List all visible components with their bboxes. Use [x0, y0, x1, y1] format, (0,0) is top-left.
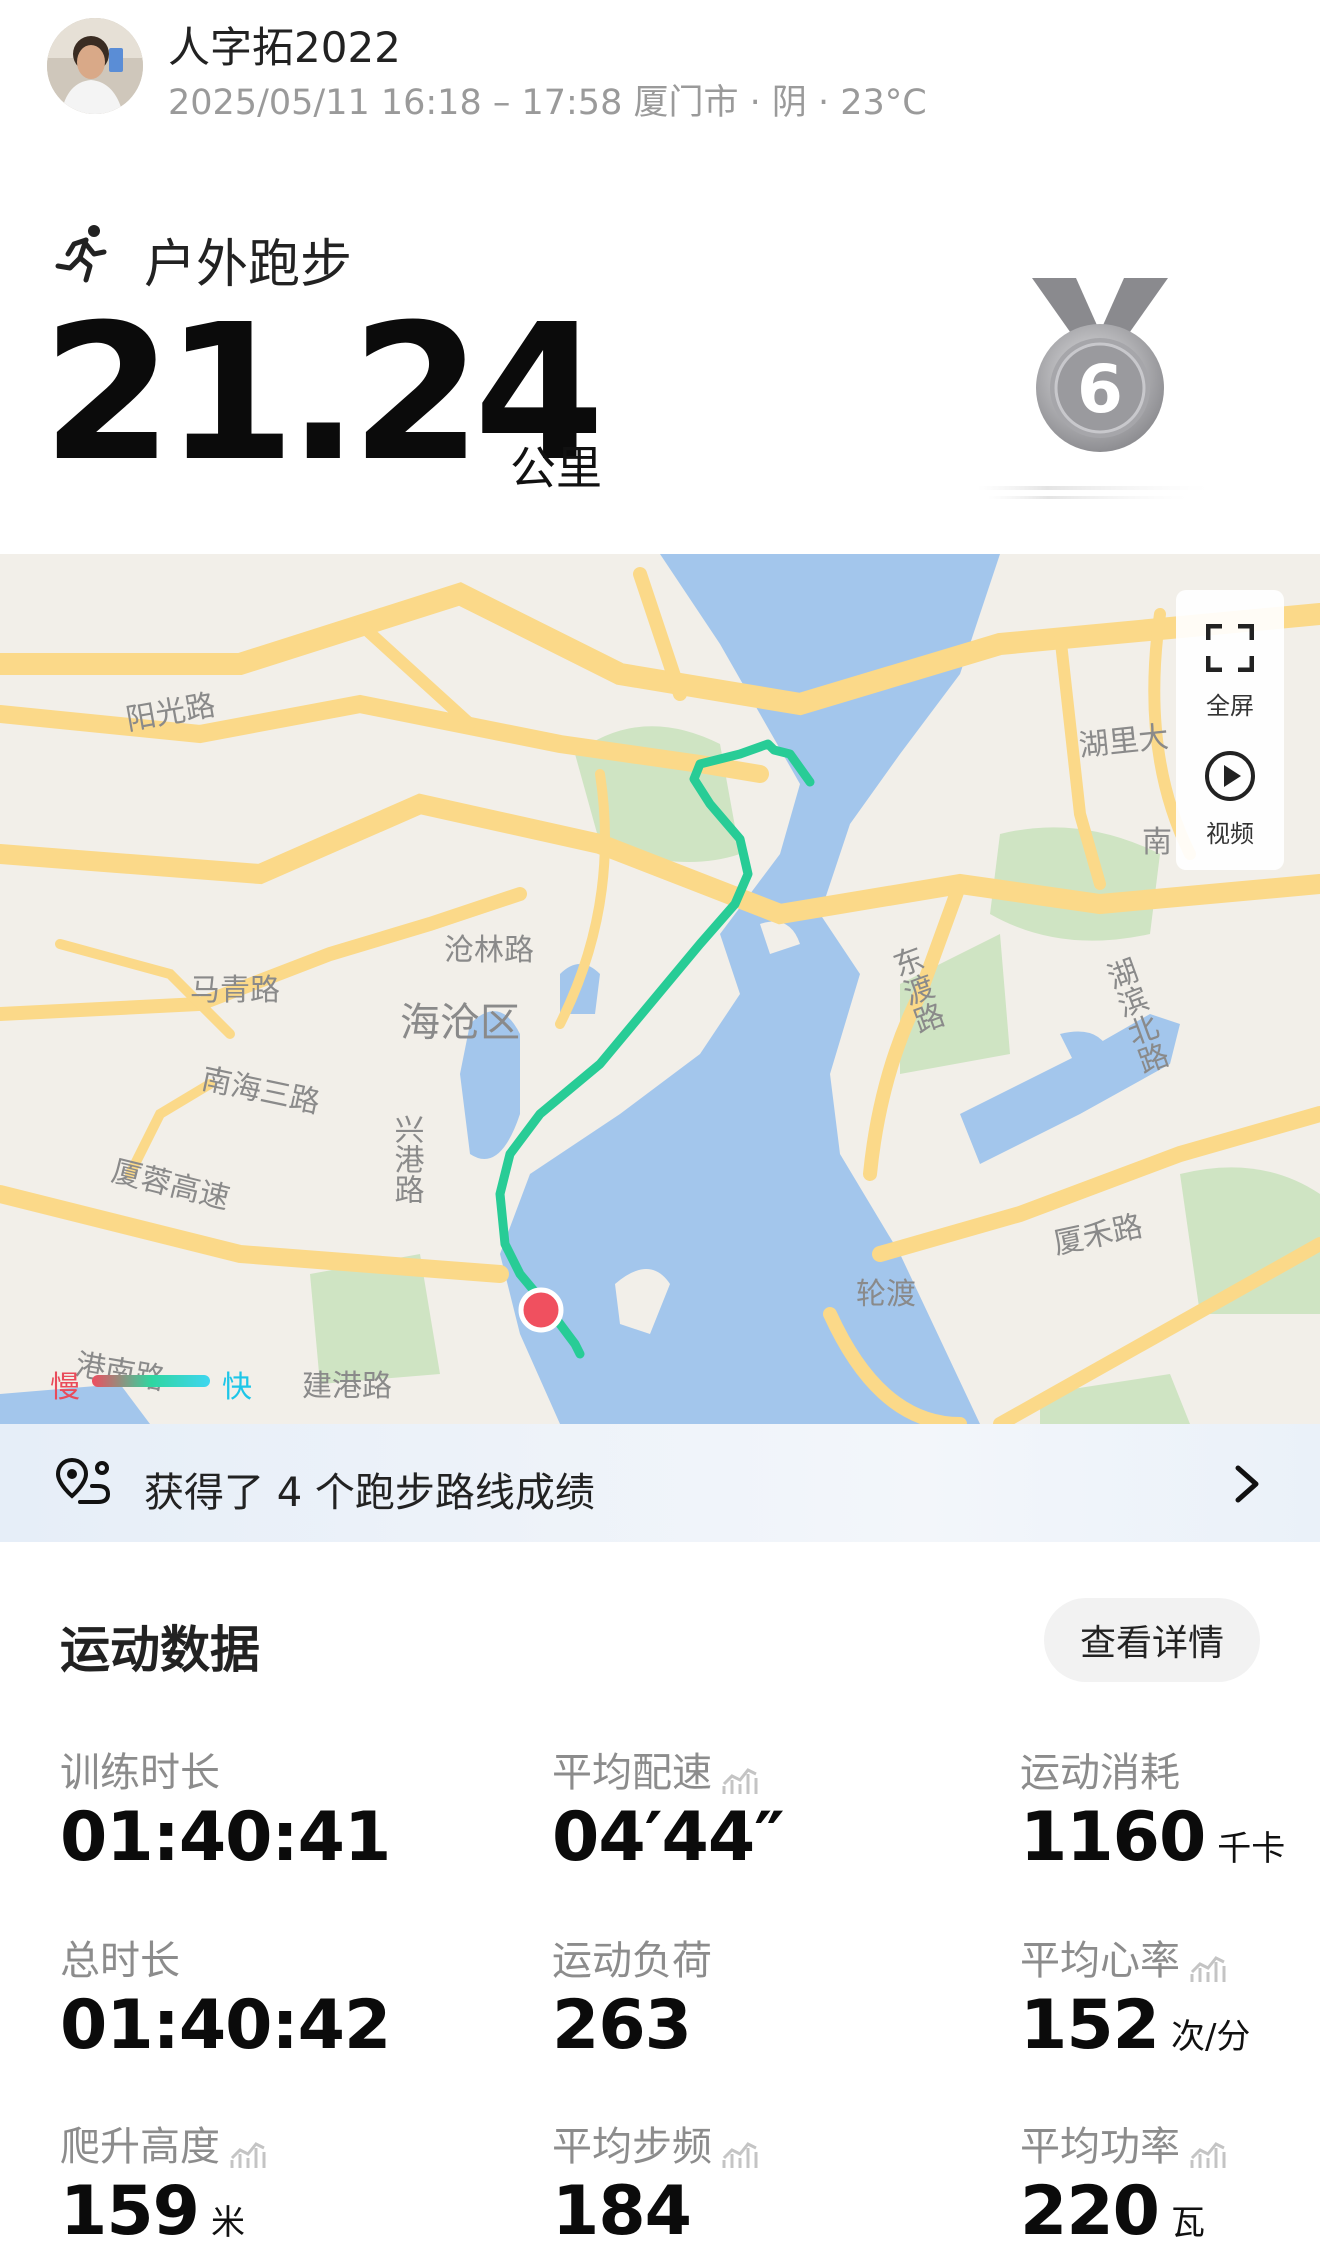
map-label-lundu: 轮渡	[856, 1277, 916, 1312]
stat-value: 184	[552, 2172, 692, 2251]
stat-unit: 次/分	[1170, 2017, 1251, 2057]
medal-shadow	[978, 486, 1208, 499]
stat-label: 平均心率	[1020, 1928, 1228, 1986]
stat-label: 平均步频	[552, 2114, 760, 2172]
map-label-canglin: 沧林路	[444, 933, 534, 968]
medal-number: 6	[1077, 351, 1123, 428]
stat-value: 220 瓦	[1020, 2172, 1205, 2251]
play-video-icon[interactable]	[1204, 750, 1256, 802]
stat-value: 159 米	[60, 2172, 245, 2251]
stat-label: 运动负荷	[552, 1938, 712, 1984]
stat-value: 1160 千卡	[1020, 1798, 1286, 1877]
view-details-button[interactable]: 查看详情	[1044, 1598, 1260, 1682]
trend-chart-icon[interactable]	[230, 2134, 268, 2168]
stat-label: 平均配速	[552, 1740, 760, 1798]
stat-unit: 瓦	[1170, 2203, 1205, 2243]
stat-unit: 米	[210, 2203, 245, 2243]
route-map[interactable]: 阳光路 湖里大 南 沧林路 马青路 海沧区 南海三路 厦蓉高速 轮渡 厦禾路 港…	[0, 554, 1320, 1424]
stat-value: 152 次/分	[1020, 1986, 1251, 2065]
legend-fast: 快	[222, 1370, 252, 1405]
user-avatar[interactable]	[47, 18, 143, 114]
legend-slow: 慢	[50, 1370, 80, 1405]
trend-chart-icon[interactable]	[1190, 1948, 1228, 1982]
stat-label: 训练时长	[60, 1750, 220, 1796]
route-pin-icon	[56, 1457, 111, 1504]
map-label-jiangang: 建港路	[302, 1369, 392, 1404]
video-label[interactable]: 视频	[1176, 814, 1284, 849]
route-achievement-text[interactable]: 获得了 4 个跑步路线成绩	[144, 1460, 595, 1518]
trend-chart-icon[interactable]	[722, 2134, 760, 2168]
stat-label: 平均功率	[1020, 2114, 1228, 2172]
map-label-maqing: 马青路	[190, 973, 280, 1008]
activity-meta: 2025/05/11 16:18 – 17:58 厦门市 · 阴 · 23°C	[168, 83, 927, 123]
trend-chart-icon[interactable]	[722, 1760, 760, 1794]
trend-chart-icon[interactable]	[1190, 2134, 1228, 2168]
runner-icon	[55, 225, 107, 283]
chevron-right-icon[interactable]	[1232, 1462, 1262, 1506]
stat-value: 263	[552, 1986, 692, 2065]
route-start-marker	[518, 1287, 564, 1333]
stat-label: 总时长	[60, 1938, 180, 1984]
stat-value: 01:40:42	[60, 1986, 391, 2065]
medal-icon[interactable]: 6	[1020, 270, 1180, 460]
distance-unit: 公里	[510, 441, 602, 495]
pace-legend-bar	[92, 1375, 210, 1387]
stat-value: 01:40:41	[60, 1798, 391, 1877]
user-name[interactable]: 人字拓2022	[168, 14, 401, 75]
stat-label: 运动消耗	[1020, 1750, 1180, 1796]
fullscreen-icon[interactable]	[1206, 624, 1254, 672]
stat-label: 爬升高度	[60, 2114, 268, 2172]
stat-unit: 千卡	[1217, 1829, 1286, 1869]
map-label-xinggang: 兴港路	[389, 1114, 424, 1204]
stat-value: 04′44″	[552, 1798, 785, 1877]
map-label-haicang: 海沧区	[400, 1000, 520, 1046]
map-controls: 全屏 视频	[1176, 590, 1284, 870]
map-label-nan: 南	[1142, 825, 1172, 860]
stats-title: 运动数据	[60, 1621, 260, 1679]
fullscreen-label[interactable]: 全屏	[1176, 686, 1284, 721]
